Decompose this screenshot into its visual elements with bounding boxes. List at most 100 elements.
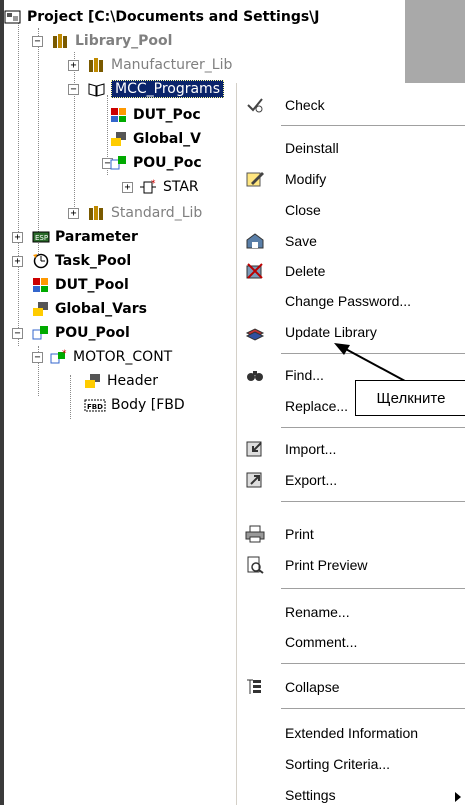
svg-text:*: * (62, 349, 67, 359)
tree-item-global-vars-sub[interactable]: Global_V (110, 128, 201, 150)
menu-separator (281, 663, 465, 665)
menu-item-import[interactable]: Import... (237, 436, 465, 462)
collapse-toggle[interactable]: − (32, 352, 43, 363)
update-library-icon (245, 323, 265, 341)
tree-item-label: Standard_Lib (111, 205, 203, 221)
tree-item-label: Parameter (55, 229, 138, 245)
dut-icon (110, 107, 128, 123)
function-block-icon: * (140, 179, 158, 195)
modify-icon (245, 170, 265, 188)
menu-separator (281, 588, 465, 590)
tree-item-label: Global_V (133, 131, 202, 147)
expand-toggle[interactable]: + (68, 208, 79, 219)
menu-item-extended-information[interactable]: Extended Information (237, 720, 465, 746)
expand-toggle[interactable]: + (122, 182, 133, 193)
tree-item-motor-cont[interactable]: * MOTOR_CONT (50, 346, 172, 368)
menu-item-comment[interactable]: Comment... (237, 629, 465, 655)
library-icon (88, 57, 106, 73)
tree-item-dut-pool-sub[interactable]: DUT_Poc (110, 104, 201, 126)
global-vars-icon (110, 131, 128, 147)
menu-item-close[interactable]: Close (237, 197, 465, 223)
menu-item-collapse[interactable]: Collapse (237, 674, 465, 700)
svg-text:FBD: FBD (87, 403, 103, 411)
tree-item-mcc-programs[interactable]: MCC_Programs (88, 78, 224, 100)
tree-item-pou-pool-sub[interactable]: POU_Poc (110, 152, 202, 174)
tree-item-project[interactable]: Project [C:\Documents and Settings\J (4, 6, 320, 28)
menu-item-save[interactable]: Save (237, 228, 465, 254)
expand-toggle[interactable]: + (12, 232, 23, 243)
tree-item-label: MCC_Programs (111, 80, 224, 98)
tree-item-label: Body [FBD (111, 397, 185, 413)
tree-item-label: Library_Pool (75, 33, 173, 49)
collapse-toggle[interactable]: − (32, 36, 43, 47)
svg-text:*: * (151, 179, 156, 189)
tree-item-standard-lib[interactable]: Standard_Lib (88, 202, 202, 224)
submenu-arrow-icon (455, 790, 461, 806)
expand-toggle[interactable]: + (68, 60, 79, 71)
tree-item-manufacturer-lib[interactable]: Manufacturer_Lib (88, 54, 232, 76)
pou-icon (32, 325, 50, 341)
menu-item-change-password[interactable]: Change Password... (237, 288, 465, 314)
tree-item-library-pool[interactable]: Library_Pool (52, 30, 172, 52)
open-book-icon (88, 81, 106, 97)
tree-item-label: MOTOR_CONT (73, 349, 173, 365)
project-icon (4, 9, 22, 25)
tree-item-label: POU_Pool (55, 325, 130, 341)
menu-separator (281, 353, 465, 355)
import-icon (245, 440, 265, 458)
tree-item-label: Project [C:\Documents and Settings\J (27, 9, 320, 25)
tree-item-task-pool[interactable]: Task_Pool (32, 250, 131, 272)
menu-item-check[interactable]: Check (237, 92, 465, 118)
tree-item-pou-pool[interactable]: POU_Pool (32, 322, 130, 344)
menu-item-export[interactable]: Export... (237, 467, 465, 493)
menu-item-delete[interactable]: Delete (237, 258, 465, 284)
dut-icon (32, 277, 50, 293)
library-icon (88, 205, 106, 221)
tree-item-label: Manufacturer_Lib (111, 57, 233, 73)
context-menu[interactable]: Check Deinstall Modify Close Save Delete… (236, 83, 465, 805)
menu-separator (281, 501, 465, 503)
tree-item-dut-pool[interactable]: DUT_Pool (32, 274, 129, 296)
clock-icon (32, 253, 50, 269)
collapse-toggle[interactable]: − (68, 84, 79, 95)
tree-item-label: POU_Poc (133, 155, 202, 171)
menu-separator (281, 708, 465, 710)
global-vars-icon (32, 301, 50, 317)
tree-item-label: Global_Vars (55, 301, 147, 317)
check-icon (245, 96, 265, 114)
pou-icon (110, 155, 128, 171)
menu-item-sorting-criteria[interactable]: Sorting Criteria... (237, 751, 465, 777)
tree-item-label: STAR (163, 179, 199, 195)
parameter-icon: ESP (32, 229, 50, 245)
menu-item-update-library[interactable]: Update Library (237, 319, 465, 345)
menu-item-settings[interactable]: Settings (237, 782, 465, 808)
tree-item-body[interactable]: FBD Body [FBD (84, 394, 185, 416)
print-preview-icon (245, 556, 265, 574)
tree-item-label: Task_Pool (55, 253, 132, 269)
tree-item-global-vars[interactable]: Global_Vars (32, 298, 147, 320)
tree-item-label: Header (107, 373, 158, 389)
printer-icon (245, 525, 265, 543)
pou-modified-icon: * (50, 349, 68, 365)
library-icon (52, 33, 70, 49)
tree-line (70, 375, 71, 419)
menu-item-print-preview[interactable]: Print Preview (237, 552, 465, 578)
menu-item-print[interactable]: Print (237, 521, 465, 547)
menu-item-rename[interactable]: Rename... (237, 599, 465, 625)
export-icon (245, 471, 265, 489)
collapse-toggle[interactable]: − (12, 328, 23, 339)
tree-line (18, 18, 19, 346)
tree-item-parameter[interactable]: ESP Parameter (32, 226, 138, 248)
collapse-tree-icon (245, 678, 265, 696)
menu-item-deinstall[interactable]: Deinstall (237, 135, 465, 161)
expand-toggle[interactable]: + (12, 256, 23, 267)
tree-item-header[interactable]: Header (84, 370, 158, 392)
save-icon (245, 232, 265, 250)
menu-separator (281, 125, 465, 127)
delete-icon (245, 262, 265, 280)
menu-item-modify[interactable]: Modify (237, 166, 465, 192)
header-icon (84, 373, 102, 389)
menu-separator (281, 427, 465, 429)
tree-item-label: DUT_Pool (55, 277, 129, 293)
tree-item-star[interactable]: * STAR (140, 176, 199, 198)
